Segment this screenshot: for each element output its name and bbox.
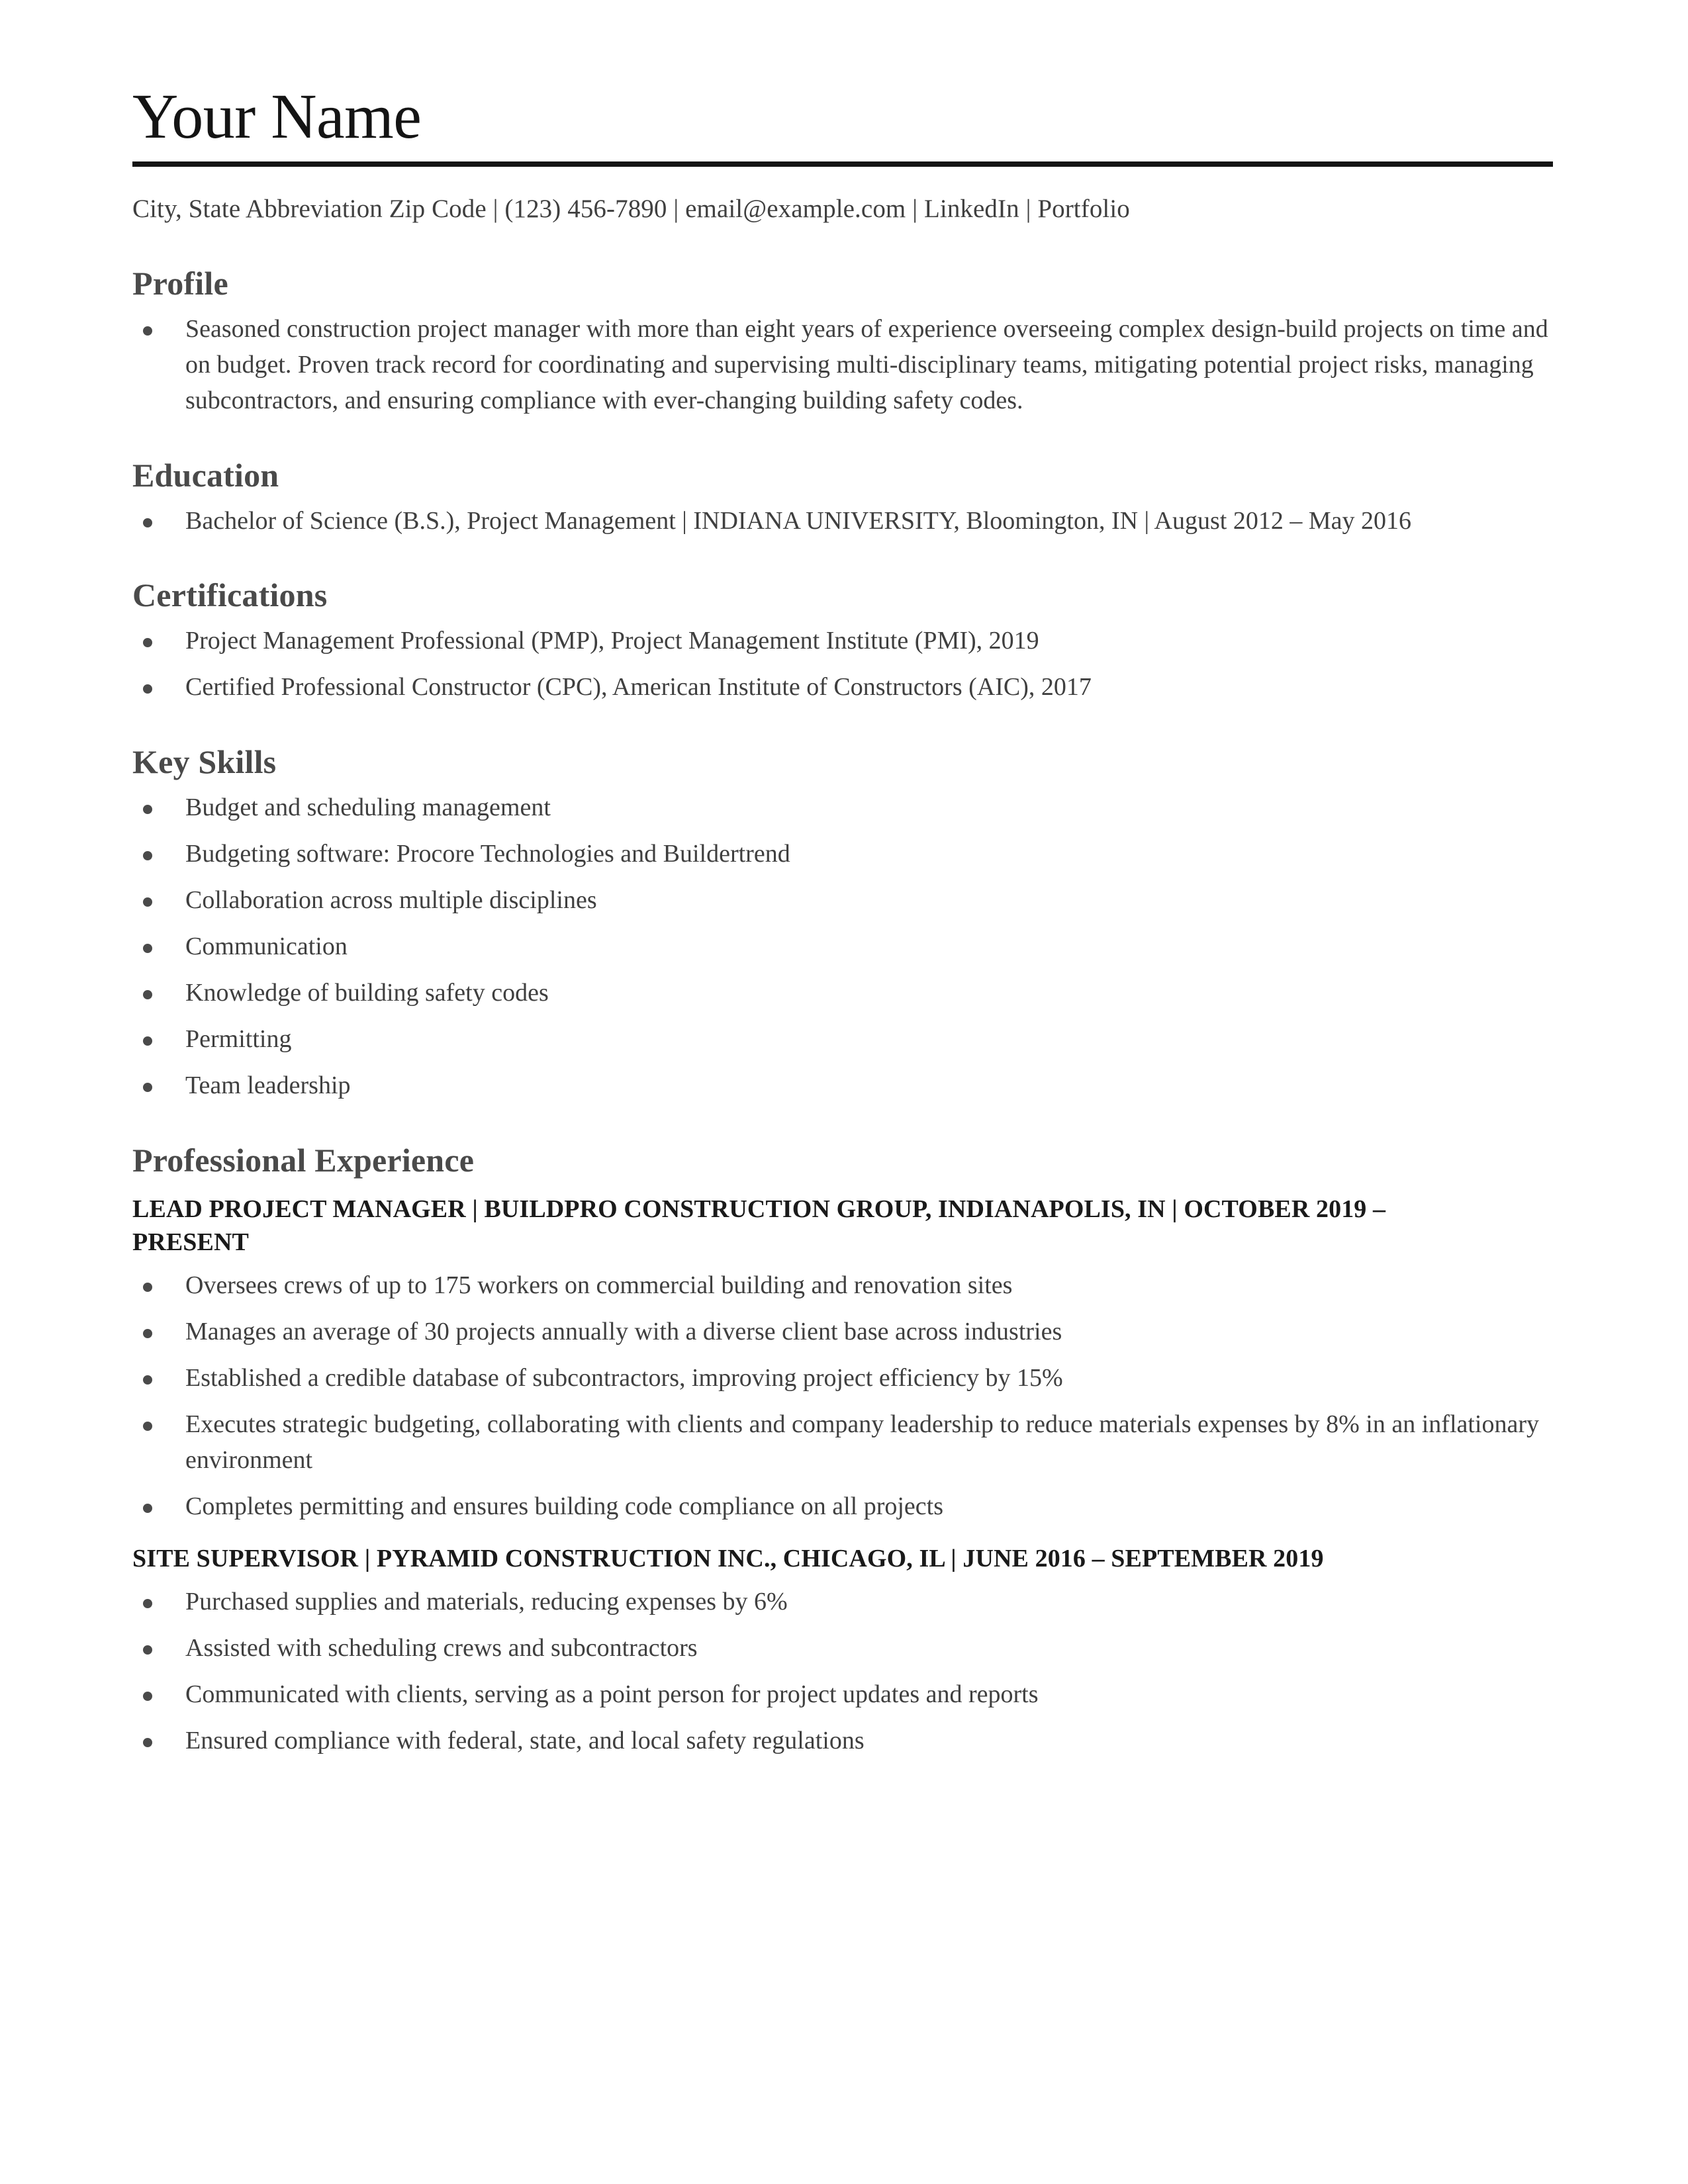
list-item: Oversees crews of up to 175 workers on c…: [132, 1268, 1556, 1304]
job-title: SITE SUPERVISOR | PYRAMID CONSTRUCTION I…: [132, 1545, 1324, 1573]
list-item: Established a credible database of subco…: [132, 1361, 1556, 1396]
list-item: Knowledge of building safety codes: [132, 976, 1556, 1011]
list-item: Assisted with scheduling crews and subco…: [132, 1631, 1556, 1666]
section-education: Education Bachelor of Science (B.S.), Pr…: [132, 456, 1556, 539]
list-item: Communication: [132, 929, 1556, 965]
list-item: Completes permitting and ensures buildin…: [132, 1489, 1556, 1525]
candidate-name: Your Name: [132, 81, 422, 152]
section-key-skills: Key Skills Budget and scheduling managem…: [132, 743, 1556, 1104]
list-item: Executes strategic budgeting, collaborat…: [132, 1407, 1556, 1479]
section-profile: Profile Seasoned construction project ma…: [132, 264, 1556, 419]
section-heading-profile: Profile: [132, 264, 228, 302]
list-item: Team leadership: [132, 1068, 1556, 1104]
section-certifications: Certifications Project Management Profes…: [132, 576, 1556, 705]
list-item: Permitting: [132, 1022, 1556, 1058]
job-bullet-list: Purchased supplies and materials, reduci…: [132, 1584, 1556, 1759]
list-item: Communicated with clients, serving as a …: [132, 1677, 1556, 1713]
certifications-bullet-list: Project Management Professional (PMP), P…: [132, 623, 1556, 705]
job-title: LEAD PROJECT MANAGER | BUILDPRO CONSTRUC…: [132, 1195, 1386, 1257]
list-item: Certified Professional Constructor (CPC)…: [132, 670, 1556, 705]
list-item: Purchased supplies and materials, reduci…: [132, 1584, 1556, 1620]
list-item: Bachelor of Science (B.S.), Project Mana…: [132, 504, 1556, 539]
job-entry: SITE SUPERVISOR | PYRAMID CONSTRUCTION I…: [132, 1542, 1556, 1759]
profile-bullet-list: Seasoned construction project manager wi…: [132, 312, 1556, 419]
header-divider: [132, 161, 1553, 167]
section-heading-key-skills: Key Skills: [132, 743, 277, 781]
job-entry: LEAD PROJECT MANAGER | BUILDPRO CONSTRUC…: [132, 1193, 1556, 1525]
list-item: Budgeting software: Procore Technologies…: [132, 837, 1556, 872]
list-item: Seasoned construction project manager wi…: [132, 312, 1556, 419]
education-bullet-list: Bachelor of Science (B.S.), Project Mana…: [132, 504, 1556, 539]
list-item: Manages an average of 30 projects annual…: [132, 1314, 1556, 1350]
list-item: Collaboration across multiple discipline…: [132, 883, 1556, 919]
contact-line: City, State Abbreviation Zip Code | (123…: [132, 195, 1130, 223]
key-skills-bullet-list: Budget and scheduling management Budgeti…: [132, 790, 1556, 1104]
list-item: Project Management Professional (PMP), P…: [132, 623, 1556, 659]
list-item: Ensured compliance with federal, state, …: [132, 1723, 1556, 1759]
section-heading-education: Education: [132, 456, 279, 494]
section-heading-certifications: Certifications: [132, 576, 328, 614]
section-heading-professional-experience: Professional Experience: [132, 1142, 475, 1179]
job-bullet-list: Oversees crews of up to 175 workers on c…: [132, 1268, 1556, 1525]
list-item: Budget and scheduling management: [132, 790, 1556, 826]
resume-page: Your Name City, State Abbreviation Zip C…: [0, 0, 1688, 2184]
section-professional-experience: Professional Experience LEAD PROJECT MAN…: [132, 1141, 1556, 1759]
